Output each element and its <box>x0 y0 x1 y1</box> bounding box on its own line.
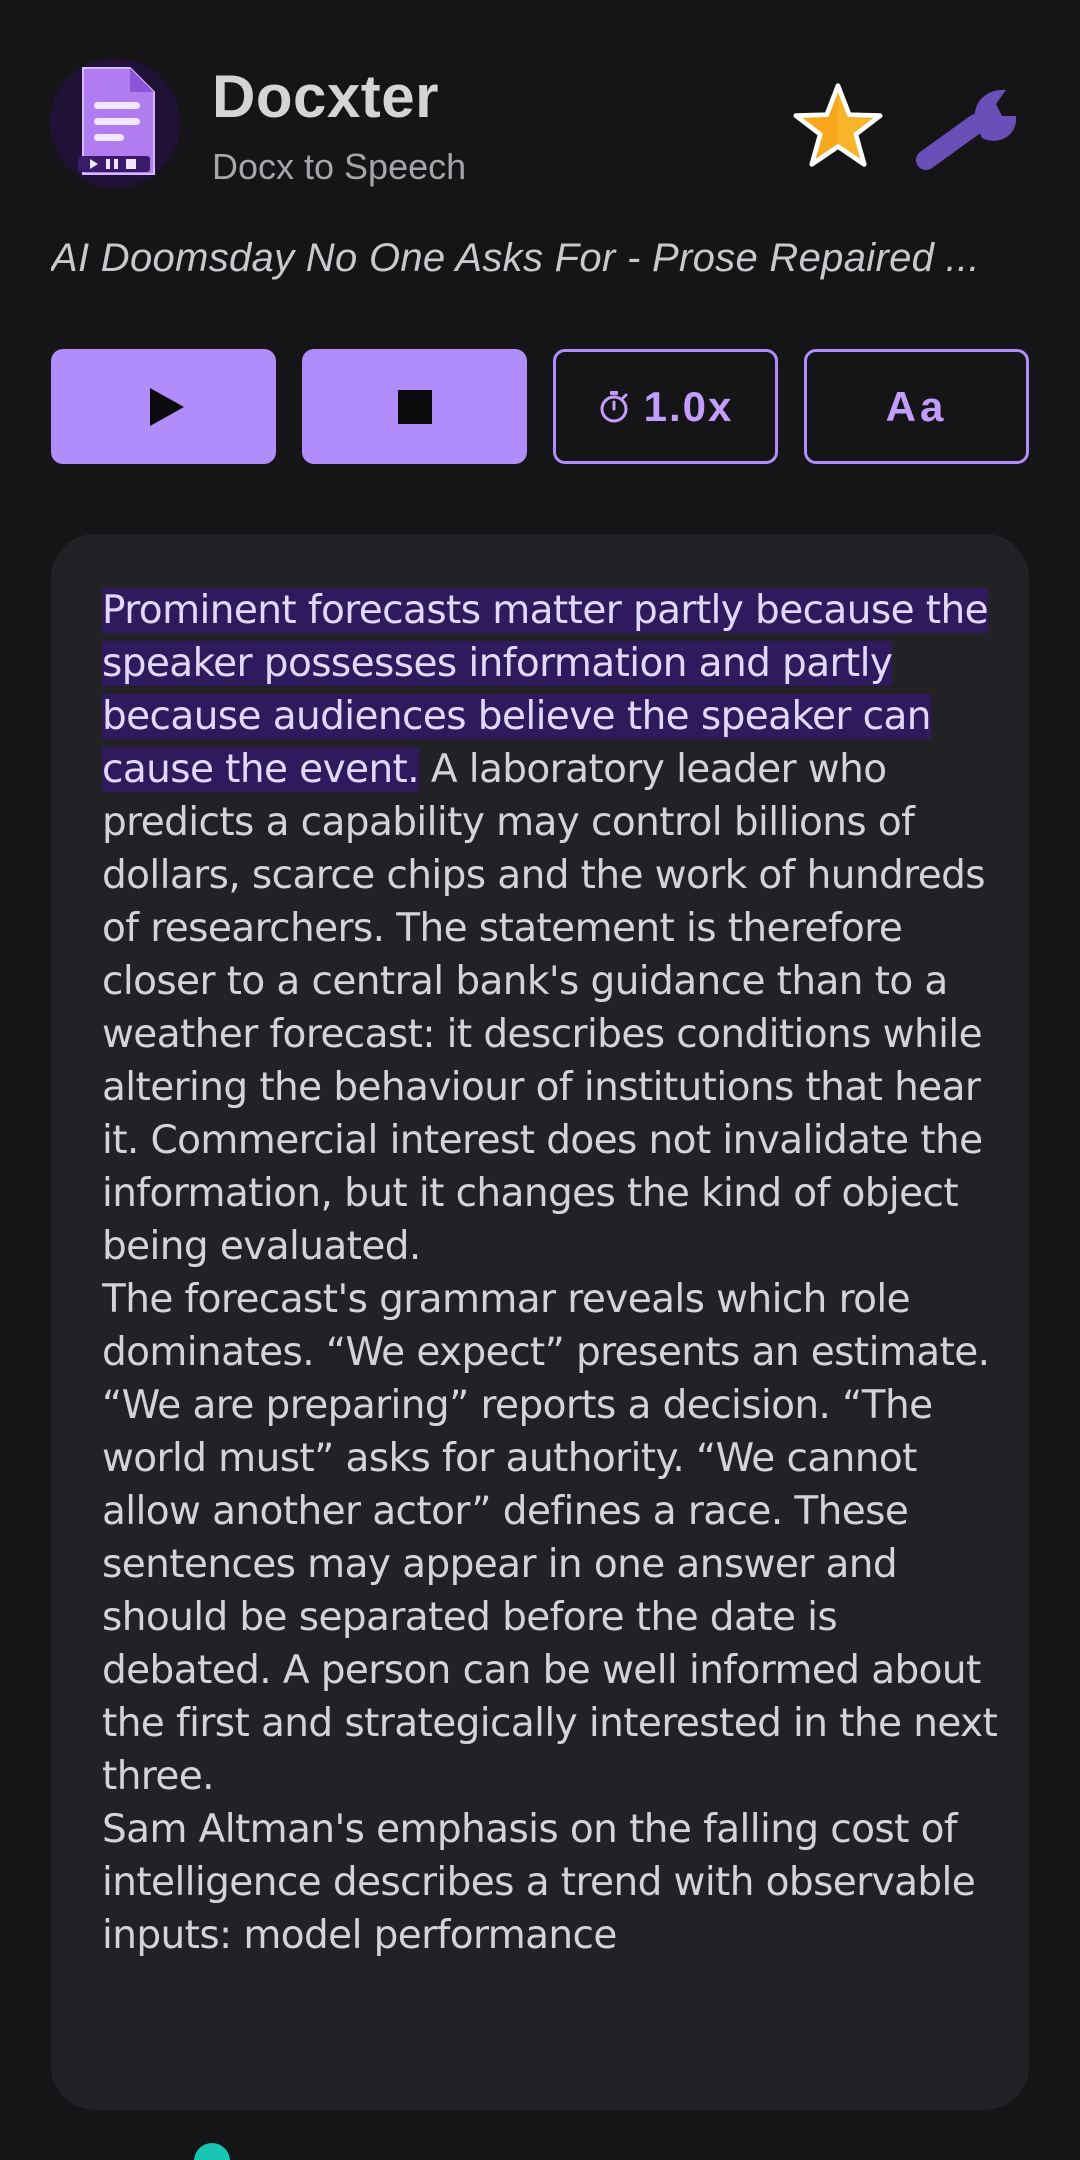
stop-button[interactable] <box>302 349 527 464</box>
speed-button[interactable]: 1.0x <box>553 349 778 464</box>
font-size-button[interactable]: Aa <box>804 349 1029 464</box>
app-title: Docxter <box>212 63 439 130</box>
stop-icon <box>397 389 432 424</box>
document-icon <box>50 58 180 188</box>
favorite-button[interactable] <box>790 80 886 170</box>
star-icon <box>793 83 883 167</box>
reader-text[interactable]: Prominent forecasts matter partly becaus… <box>102 584 1012 2044</box>
paragraph-text: A laboratory leader who predicts a capab… <box>102 747 986 1269</box>
paragraph: Sam Altman's emphasis on the falling cos… <box>102 1807 976 1958</box>
scroll-indicator[interactable] <box>194 2143 230 2160</box>
play-icon <box>149 387 184 426</box>
stopwatch-icon <box>600 390 628 422</box>
paragraph: The forecast's grammar reveals which rol… <box>102 1277 998 1799</box>
play-button[interactable] <box>51 349 276 464</box>
settings-button[interactable] <box>912 82 1024 172</box>
font-size-label: Aa <box>885 382 948 430</box>
reader-panel[interactable]: Prominent forecasts matter partly becaus… <box>51 534 1029 2110</box>
speed-label: 1.0x <box>643 382 734 430</box>
app-subtitle: Docx to Speech <box>212 146 467 187</box>
document-title: AI Doomsday No One Asks For - Prose Repa… <box>51 236 980 280</box>
wrench-icon <box>916 89 1017 170</box>
app-screen: Docxter Docx to Speech AI Doomsday No On… <box>0 0 1080 2160</box>
paragraph: Prominent forecasts matter partly becaus… <box>102 584 1012 1273</box>
